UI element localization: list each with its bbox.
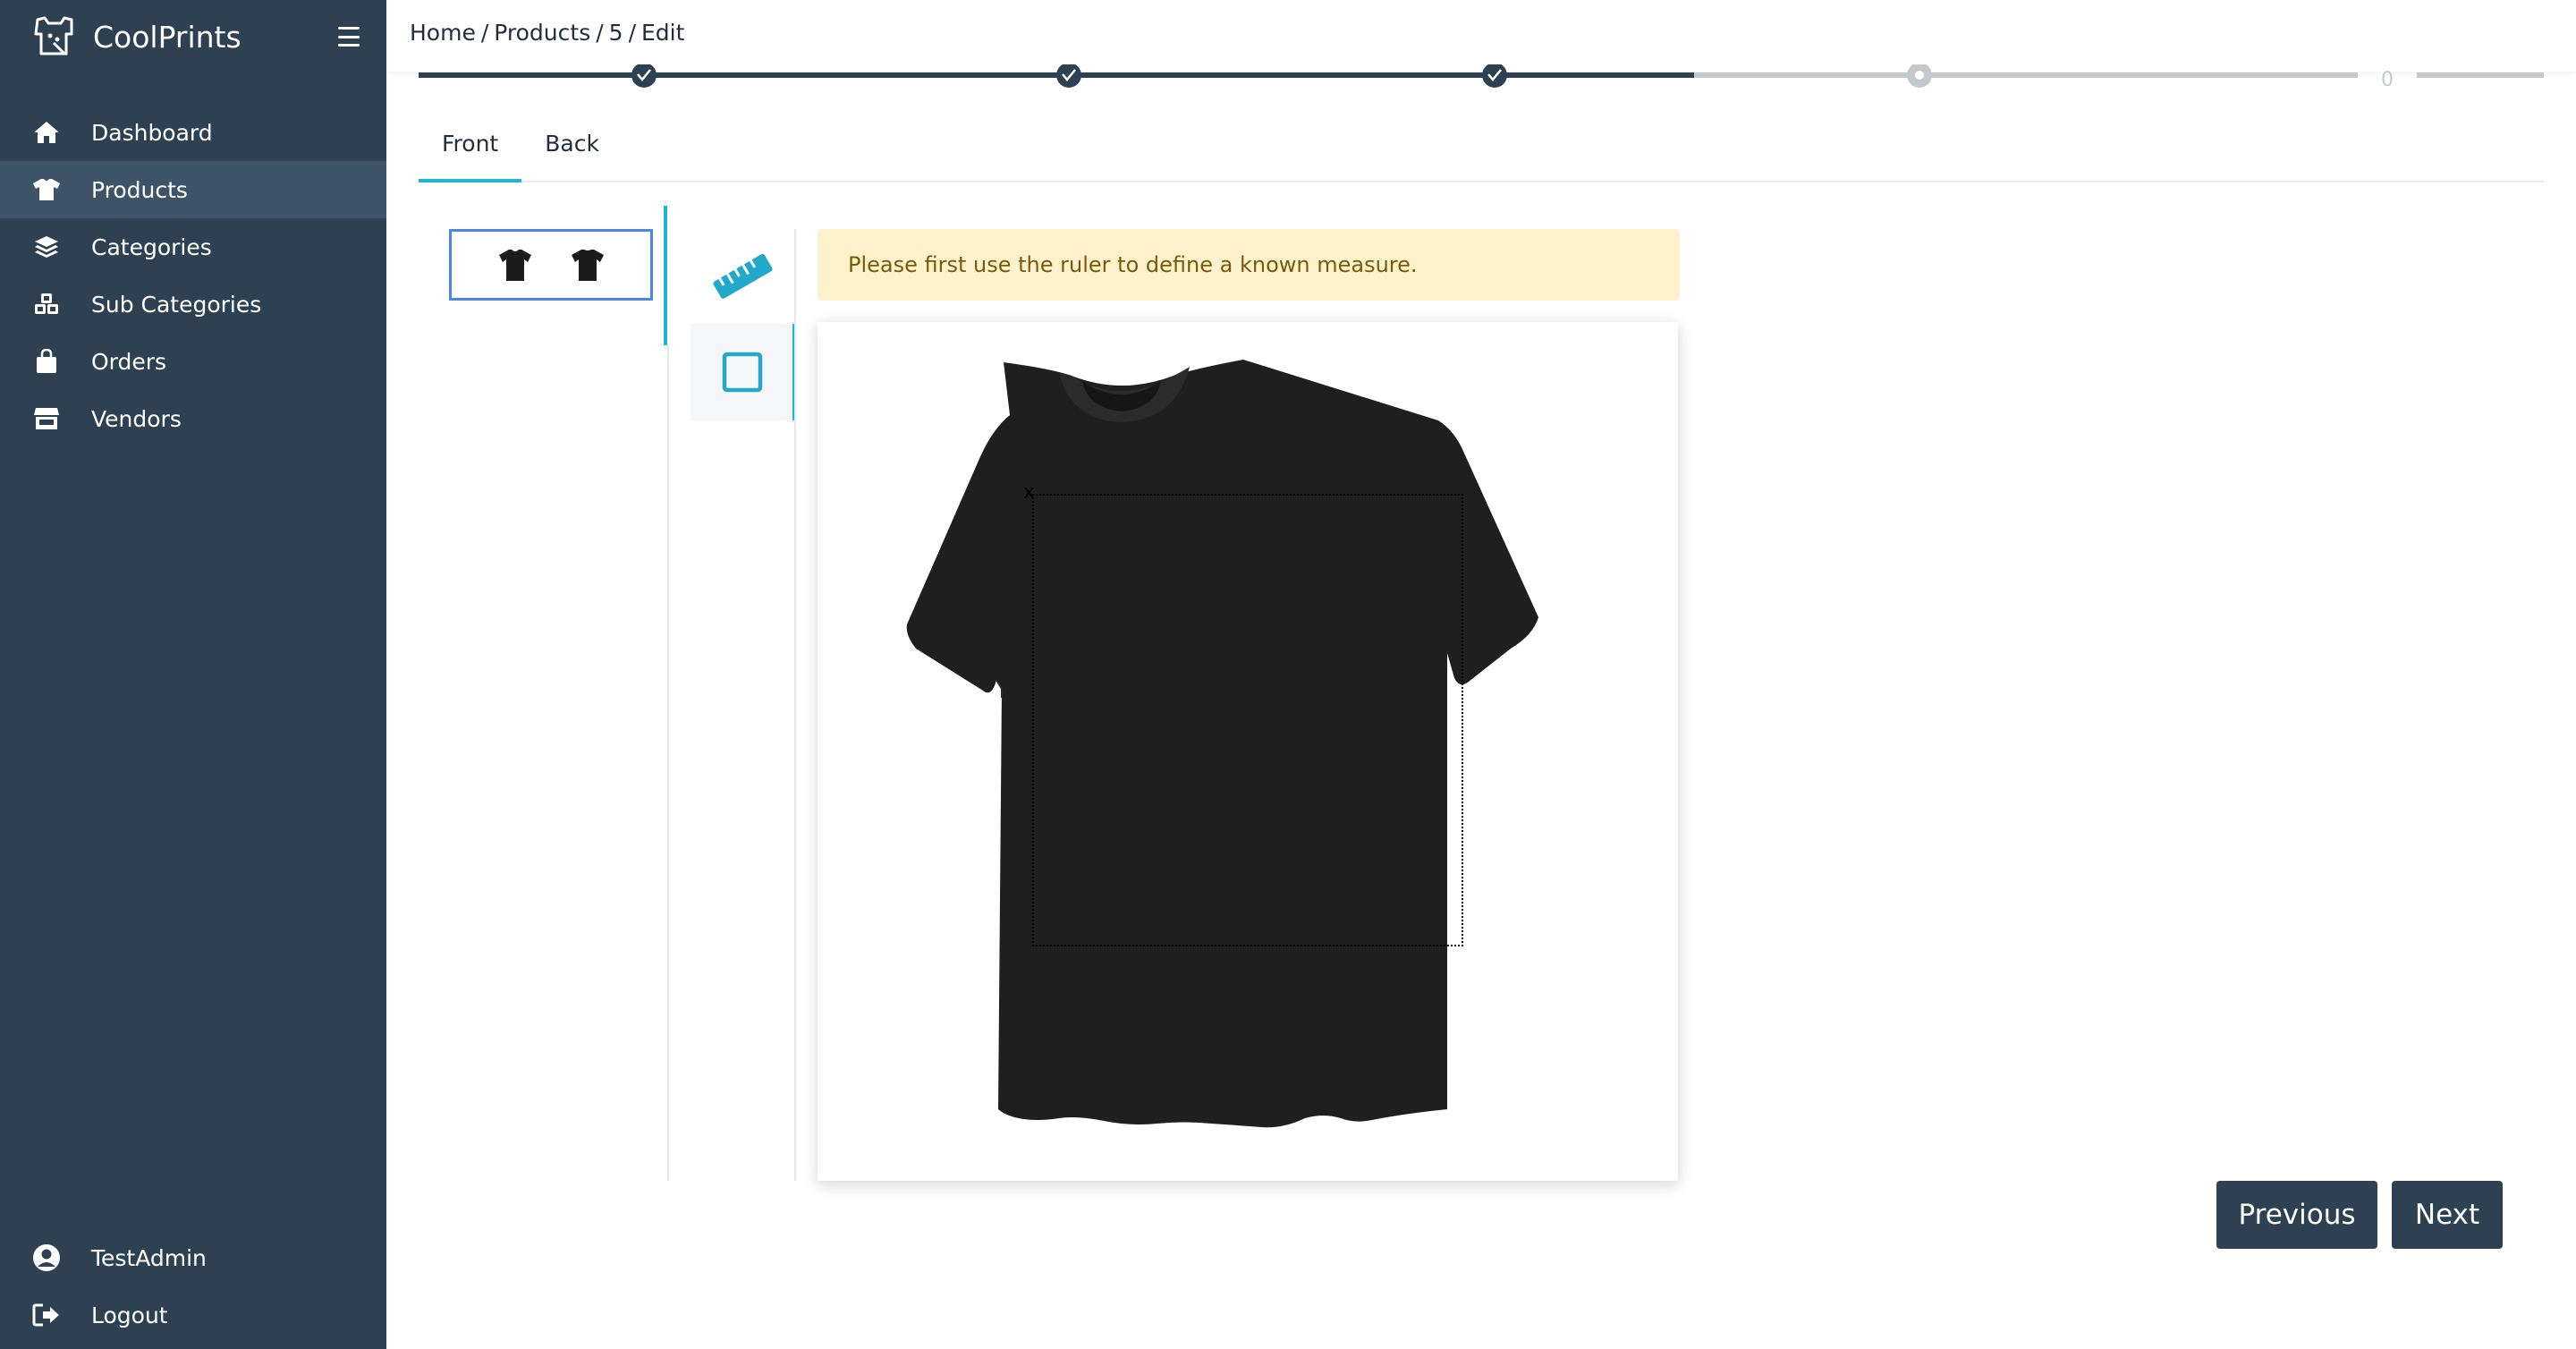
- breadcrumb-separator: /: [480, 20, 489, 46]
- cubes-icon: [32, 290, 61, 318]
- brand-name: CoolPrints: [93, 19, 242, 55]
- product-thumbnail[interactable]: [449, 229, 653, 301]
- previous-button[interactable]: Previous: [2216, 1181, 2377, 1249]
- print-area-marker[interactable]: x: [1023, 481, 1035, 504]
- sidebar-item-logout[interactable]: Logout: [0, 1286, 386, 1344]
- breadcrumb-home[interactable]: Home: [410, 20, 476, 46]
- sidebar-item-vendors[interactable]: Vendors: [0, 390, 386, 447]
- store-icon: [32, 404, 61, 433]
- sidebar: CoolPrints Dashboard Products Categories: [0, 0, 386, 1349]
- sidebar-item-label: Vendors: [91, 405, 182, 432]
- step-5-label: 0: [2381, 69, 2394, 91]
- ruler-icon: [713, 253, 773, 299]
- sidebar-item-label: Logout: [91, 1302, 168, 1328]
- sidebar-nav: Dashboard Products Categories Sub Catego…: [0, 104, 386, 447]
- menu-toggle-icon[interactable]: [338, 27, 360, 47]
- tshirt-icon: [32, 175, 61, 204]
- breadcrumb: Home / Products / 5 / Edit: [410, 20, 684, 46]
- home-icon: [32, 118, 61, 147]
- sidebar-item-label: Orders: [91, 348, 167, 375]
- thumbnail-divider-accent: [664, 206, 667, 345]
- sidebar-item-label: Categories: [91, 233, 212, 260]
- side-tabs: Front Back: [419, 120, 2544, 182]
- sidebar-item-label: Dashboard: [91, 119, 213, 146]
- square-icon: [722, 352, 763, 393]
- sidebar-item-products[interactable]: Products: [0, 161, 386, 218]
- sidebar-item-sub-categories[interactable]: Sub Categories: [0, 276, 386, 333]
- sidebar-item-user[interactable]: TestAdmin: [0, 1229, 386, 1286]
- sidebar-item-label: Products: [91, 176, 188, 203]
- main-content: Home / Products / 5 / Edit 0 Front Back …: [386, 0, 2576, 1349]
- shopping-bag-icon: [32, 347, 61, 376]
- design-canvas[interactable]: x: [818, 322, 1678, 1181]
- topbar: Home / Products / 5 / Edit: [386, 0, 2576, 72]
- step-2-complete-icon[interactable]: [1056, 64, 1081, 88]
- logout-icon: [32, 1301, 61, 1329]
- progress-stepper: 0: [419, 64, 2544, 100]
- breadcrumb-separator: /: [596, 20, 604, 46]
- user-circle-icon: [32, 1243, 61, 1272]
- front-thumbnail-icon: [498, 250, 531, 281]
- brand[interactable]: CoolPrints: [32, 16, 242, 57]
- print-area-box[interactable]: [1032, 494, 1463, 946]
- ruler-tool-button[interactable]: [691, 227, 794, 324]
- step-4-current-icon[interactable]: [1907, 64, 1932, 88]
- breadcrumb-id[interactable]: 5: [609, 20, 623, 46]
- tab-back[interactable]: Back: [521, 120, 623, 182]
- sidebar-item-label: TestAdmin: [91, 1244, 207, 1271]
- sidebar-item-label: Sub Categories: [91, 291, 262, 318]
- area-tool-button[interactable]: [691, 324, 794, 420]
- layers-icon: [32, 233, 61, 261]
- breadcrumb-separator: /: [628, 20, 636, 46]
- back-thumbnail-icon: [571, 250, 604, 281]
- tab-front[interactable]: Front: [419, 120, 522, 182]
- sidebar-item-dashboard[interactable]: Dashboard: [0, 104, 386, 161]
- breadcrumb-edit: Edit: [641, 20, 685, 46]
- breadcrumb-products[interactable]: Products: [494, 20, 590, 46]
- alert-text: Please first use the ruler to define a k…: [848, 252, 1418, 277]
- tools-divider: [794, 229, 796, 1181]
- next-button[interactable]: Next: [2392, 1181, 2503, 1249]
- sidebar-item-orders[interactable]: Orders: [0, 333, 386, 390]
- sidebar-bottom: TestAdmin Logout: [0, 1229, 386, 1344]
- brand-logo-icon: [34, 16, 73, 55]
- step-3-complete-icon[interactable]: [1482, 64, 1507, 88]
- ruler-alert: Please first use the ruler to define a k…: [818, 229, 1680, 301]
- sidebar-item-categories[interactable]: Categories: [0, 218, 386, 276]
- step-1-complete-icon[interactable]: [631, 64, 657, 88]
- thumbnail-divider: [667, 345, 669, 1181]
